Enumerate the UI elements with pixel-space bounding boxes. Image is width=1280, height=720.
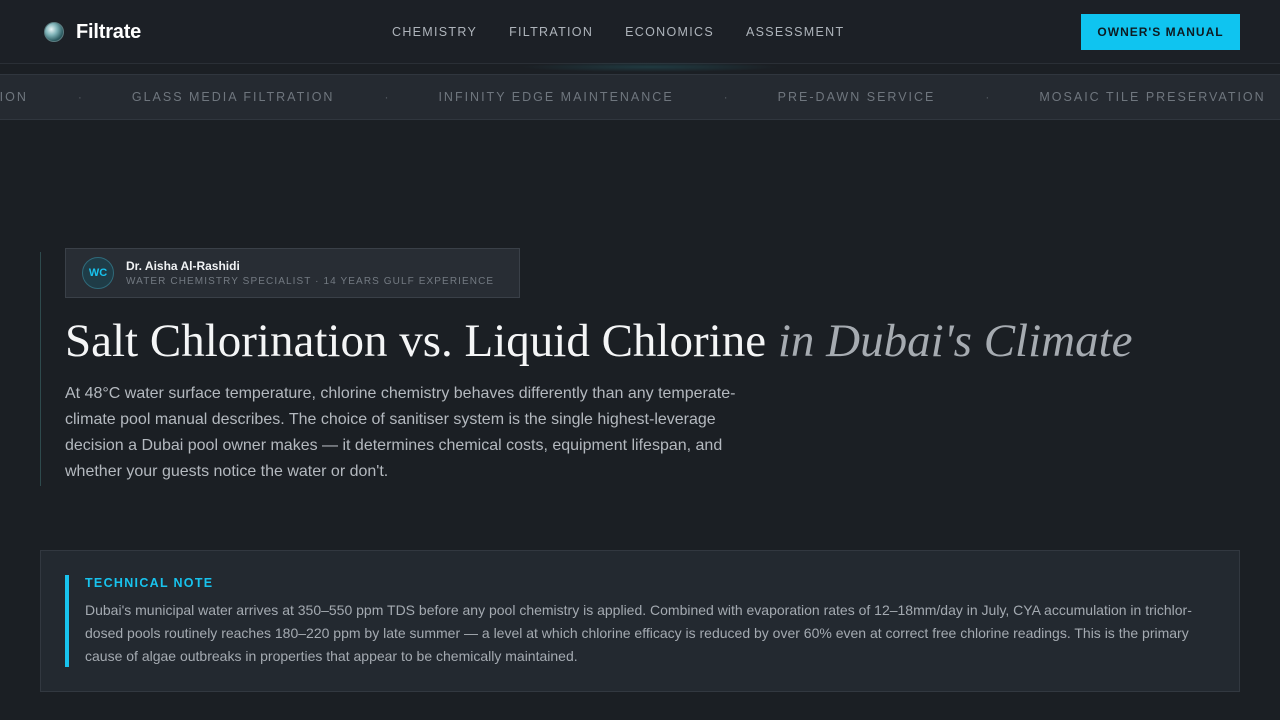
topic-ticker: TION · GLASS MEDIA FILTRATION · INFINITY… <box>0 74 1280 120</box>
ticker-separator: · <box>985 90 990 104</box>
ticker-track: TION · GLASS MEDIA FILTRATION · INFINITY… <box>0 75 1266 119</box>
page-title-main: Salt Chlorination vs. Liquid Chlorine <box>65 315 767 367</box>
ticker-item: MOSAIC TILE PRESERVATION <box>1039 90 1266 104</box>
owners-manual-button[interactable]: OWNER'S MANUAL <box>1081 14 1240 50</box>
brand-name: Filtrate <box>76 20 142 43</box>
nav-link-economics[interactable]: ECONOMICS <box>625 25 714 39</box>
hero-description: At 48°C water surface temperature, chlor… <box>65 385 736 480</box>
author-name: Dr. Aisha Al-Rashidi <box>126 259 240 273</box>
nav-link-chemistry[interactable]: CHEMISTRY <box>392 25 477 39</box>
ticker-item: PRE-DAWN SERVICE <box>777 90 936 104</box>
note-accent-bar <box>65 575 69 667</box>
ticker-item: GLASS MEDIA FILTRATION <box>131 90 335 104</box>
hero-accent-rule <box>40 252 41 486</box>
note-text: Dubai's municipal water arrives at 350–5… <box>85 602 1192 664</box>
note-label: TECHNICAL NOTE <box>85 576 214 590</box>
nav-link-filtration[interactable]: FILTRATION <box>509 25 593 39</box>
ticker-separator: · <box>77 90 82 104</box>
ticker-separator: · <box>723 90 728 104</box>
author-avatar: WC <box>82 257 114 289</box>
author-card: WC Dr. Aisha Al-Rashidi WATER CHEMISTRY … <box>65 248 520 298</box>
nav-link-assessment[interactable]: ASSESSMENT <box>746 25 844 39</box>
author-role: WATER CHEMISTRY SPECIALIST · 14 YEARS GU… <box>126 276 495 287</box>
ticker-item: TION <box>0 90 28 104</box>
main-nav: CHEMISTRY FILTRATION ECONOMICS ASSESSMEN… <box>392 25 844 39</box>
ticker-separator: · <box>384 90 389 104</box>
technical-note: TECHNICAL NOTE Dubai's municipal water a… <box>40 550 1240 692</box>
page-title: Salt Chlorination vs. Liquid Chlorine in… <box>65 314 1245 368</box>
site-header: Filtrate CHEMISTRY FILTRATION ECONOMICS … <box>0 0 1280 64</box>
page-title-accent: in Dubai's Climate <box>777 315 1133 367</box>
brand-logo[interactable]: Filtrate <box>44 21 141 43</box>
header-glow <box>520 62 780 72</box>
water-drop-logo-icon <box>44 22 64 42</box>
author-info: Dr. Aisha Al-Rashidi WATER CHEMISTRY SPE… <box>126 259 494 287</box>
ticker-item: INFINITY EDGE MAINTENANCE <box>438 90 674 104</box>
